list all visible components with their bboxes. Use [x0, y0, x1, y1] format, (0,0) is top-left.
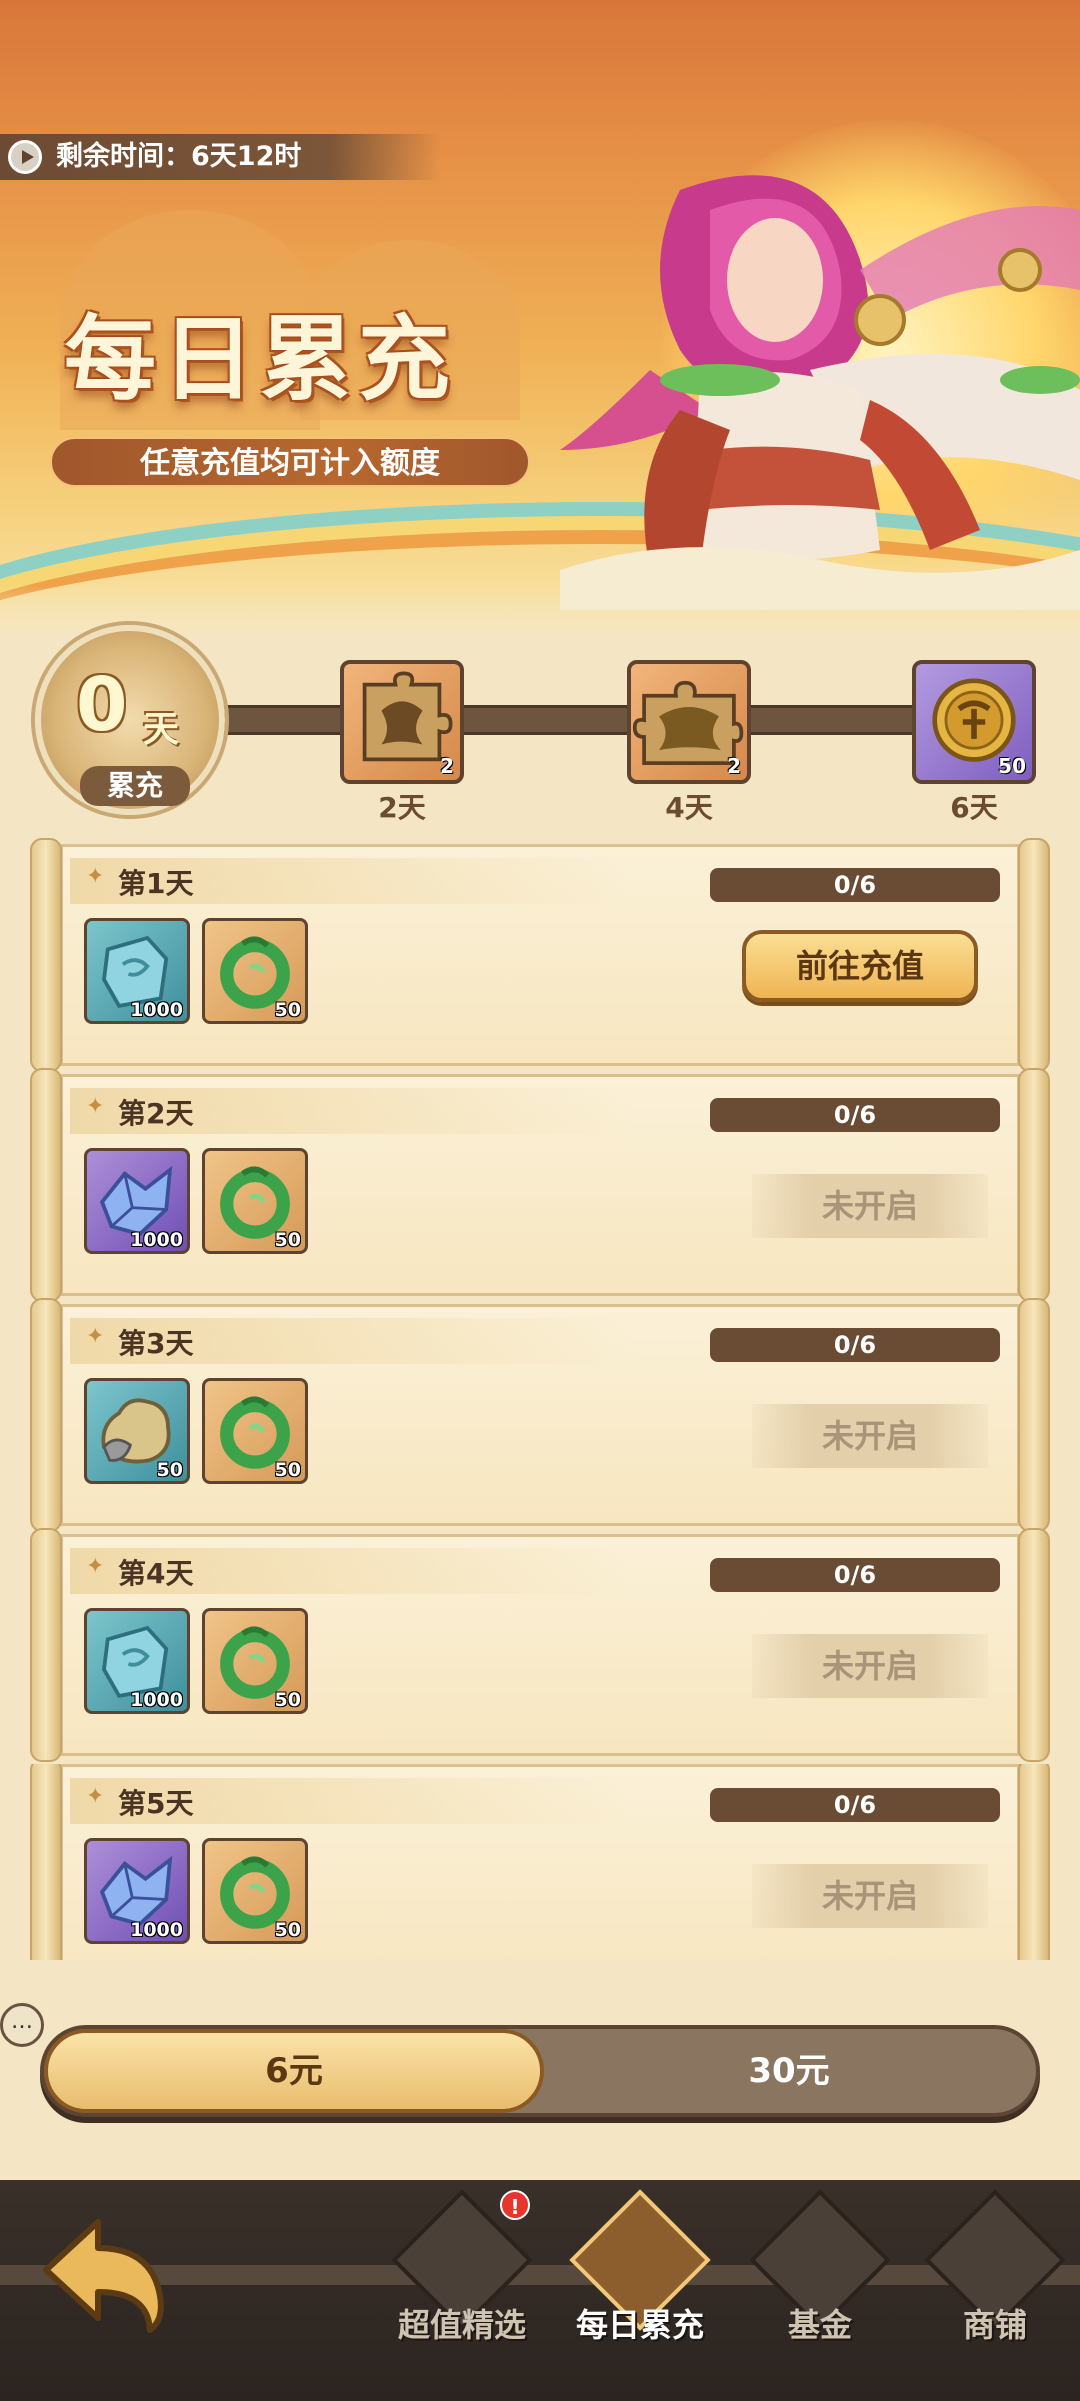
milestone-reward-4-days[interactable]: 2 [627, 660, 751, 784]
milestone-label: 4天 [665, 791, 713, 824]
milestone-reward-2-days[interactable]: 2 [340, 660, 464, 784]
scroll-rod [1018, 1298, 1050, 1532]
task-progress: 0/6 [710, 1558, 1000, 1592]
task-card-day-5: ✦ 第5天 0/6 1000 50 未开启 [30, 1764, 1050, 1960]
tab-label: 超值精选 [397, 2306, 526, 2344]
reward-count: 2 [727, 754, 741, 778]
day-title: 第4天 [118, 1557, 194, 1590]
reward-slot[interactable]: 50 [202, 1608, 308, 1714]
tab-daily-recharge[interactable]: 每日累充 [560, 2189, 711, 2400]
reward-count: 1000 [130, 1919, 183, 1941]
reward-slot[interactable]: 1000 [84, 1148, 190, 1254]
hero-character-illustration [560, 175, 1080, 610]
star-icon: ✦ [86, 1554, 105, 1579]
star-icon: ✦ [86, 1324, 105, 1349]
scroll-rod [1018, 1764, 1050, 1960]
reward-slot[interactable]: 50 [202, 918, 308, 1024]
day-title: 第3天 [118, 1327, 194, 1360]
back-arrow-icon[interactable] [36, 2200, 176, 2340]
reward-count: 1000 [130, 1689, 183, 1711]
scroll-rod [1018, 1068, 1050, 1302]
reward-count: 1000 [130, 1229, 183, 1251]
locked-status: 未开启 [752, 1404, 988, 1468]
task-progress: 0/6 [710, 1788, 1000, 1822]
days-count: 0 [76, 662, 128, 748]
tab-label: 基金 [787, 2306, 852, 2344]
reward-count: 50 [274, 1459, 301, 1481]
day-title: 第5天 [118, 1787, 194, 1820]
star-icon: ✦ [86, 1094, 105, 1119]
task-card-day-2: ✦ 第2天 0/6 1000 50 未开启 [30, 1068, 1050, 1302]
task-progress: 0/6 [710, 1328, 1000, 1362]
star-icon: ✦ [86, 864, 105, 889]
reward-slot[interactable]: 1000 [84, 918, 190, 1024]
reward-count: 1000 [130, 999, 183, 1021]
reward-count: 50 [274, 1689, 301, 1711]
tab-label: 每日累充 [575, 2306, 704, 2344]
recharge-tier-switch: 6元 30元 [40, 2025, 1040, 2117]
reward-slot[interactable]: 50 [202, 1378, 308, 1484]
reward-count: 50 [998, 754, 1026, 778]
reward-count: 2 [440, 754, 454, 778]
tab-fund[interactable]: 基金 [740, 2189, 891, 2400]
milestone-label: 2天 [378, 791, 426, 824]
reward-count: 50 [156, 1459, 183, 1481]
tab-super-value[interactable]: 超值精选 [382, 2189, 533, 2400]
days-label: 累充 [80, 766, 190, 806]
reward-slot[interactable]: 50 [84, 1378, 190, 1484]
remaining-time-bar: 剩余时间：6天12时 [0, 134, 440, 180]
reward-slot[interactable]: 1000 [84, 1838, 190, 1944]
scroll-rod [30, 1764, 62, 1960]
star-icon: ✦ [86, 1784, 105, 1809]
task-progress: 0/6 [710, 1098, 1000, 1132]
tier-30-yuan-tab[interactable]: 30元 [544, 2029, 1034, 2113]
event-title: 每日累充 [64, 305, 457, 413]
notification-badge: ! [500, 2190, 530, 2220]
scroll-rod [30, 1528, 62, 1762]
scroll-rod [30, 1068, 62, 1302]
reward-slot[interactable]: 1000 [84, 1608, 190, 1714]
scroll-rod [30, 838, 62, 1072]
task-card-day-3: ✦ 第3天 0/6 50 50 未开启 [30, 1298, 1050, 1532]
reward-count: 50 [274, 1229, 301, 1251]
reward-count: 50 [274, 999, 301, 1021]
reward-slot[interactable]: 50 [202, 1148, 308, 1254]
progress-track [200, 705, 1030, 735]
chat-bubble-icon[interactable]: … [0, 2003, 44, 2047]
tab-label: 商铺 [962, 2306, 1027, 2344]
milestone-reward-6-days[interactable]: 50 [912, 660, 1036, 784]
task-card-day-4: ✦ 第4天 0/6 1000 50 未开启 [30, 1528, 1050, 1762]
locked-status: 未开启 [752, 1864, 988, 1928]
event-subtitle: 任意充值均可计入额度 [50, 437, 530, 487]
tier-6-yuan-tab[interactable]: 6元 [44, 2029, 544, 2113]
milestone-label: 6天 [950, 791, 998, 824]
scroll-rod [1018, 1528, 1050, 1762]
locked-status: 未开启 [752, 1174, 988, 1238]
days-unit: 天 [143, 709, 180, 750]
reward-count: 50 [274, 1919, 301, 1941]
day-title: 第1天 [118, 867, 194, 900]
remaining-time-text: 剩余时间：6天12时 [56, 141, 302, 172]
scroll-rod [1018, 838, 1050, 1072]
task-progress: 0/6 [710, 868, 1000, 902]
scroll-rod [30, 1298, 62, 1532]
day-title: 第2天 [118, 1097, 194, 1130]
clock-icon [8, 140, 42, 174]
go-recharge-button[interactable]: 前往充值 [742, 930, 978, 1002]
task-card-day-1: ✦ 第1天 0/6 1000 50 前往充值 [30, 838, 1050, 1072]
tab-shop[interactable]: 商铺 [915, 2189, 1066, 2400]
reward-slot[interactable]: 50 [202, 1838, 308, 1944]
locked-status: 未开启 [752, 1634, 988, 1698]
